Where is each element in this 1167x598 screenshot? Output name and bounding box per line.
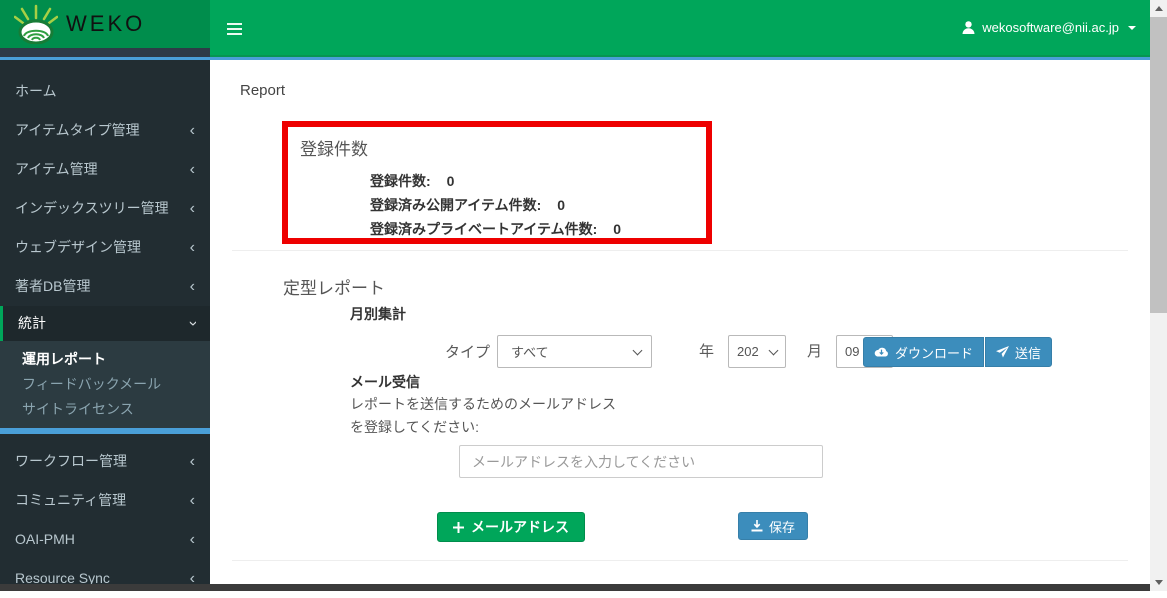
- chevron-left-icon: [190, 243, 195, 253]
- mail-description-line2: を登録してください:: [350, 417, 479, 437]
- monthly-summary-heading: 月別集計: [350, 304, 406, 324]
- mail-receive-heading: メール受信: [350, 372, 420, 392]
- add-email-button[interactable]: メールアドレス: [437, 512, 585, 542]
- person-icon: [962, 21, 975, 34]
- submenu-item-site-license[interactable]: サイトライセンス: [0, 397, 210, 422]
- submenu-item-operation-report[interactable]: 運用レポート: [0, 347, 210, 372]
- brand-title: WEKO: [66, 11, 145, 37]
- year-label: 年: [699, 340, 714, 361]
- sidebar: ホーム アイテムタイプ管理 アイテム管理 インデックスツリー管理 ウェブデザイン…: [0, 60, 210, 591]
- top-navbar: wekosoftware@nii.ac.jp: [210, 0, 1150, 57]
- sidebar-item-label: ワークフロー管理: [15, 453, 127, 470]
- cloud-download-icon: [874, 346, 889, 358]
- chevron-left-icon: [190, 574, 195, 584]
- sidebar-item-label: ホーム: [15, 83, 57, 100]
- mail-description-line1: レポートを送信するためのメールアドレス: [350, 394, 616, 414]
- download-button-label: ダウンロード: [895, 343, 973, 362]
- add-email-button-label: メールアドレス: [471, 517, 569, 537]
- sidebar-item-item-type-mgmt[interactable]: アイテムタイプ管理: [0, 111, 210, 150]
- submenu-item-feedback-mail[interactable]: フィードバックメール: [0, 372, 210, 397]
- email-address-input[interactable]: [459, 445, 823, 478]
- registration-public-value: 0: [557, 197, 565, 213]
- chevron-down-icon: [184, 321, 201, 326]
- chevron-down-icon: [769, 345, 779, 355]
- paper-plane-icon: [996, 346, 1009, 358]
- registration-private-label: 登録済みプライベートアイテム件数:: [370, 221, 597, 237]
- registration-total-value: 0: [447, 173, 455, 189]
- fixed-report-title: 定型レポート: [283, 274, 385, 299]
- sidebar-item-statistics[interactable]: 統計: [0, 306, 210, 341]
- statistics-submenu: 運用レポート フィードバックメール サイトライセンス: [0, 341, 210, 428]
- sidebar-item-label: アイテム管理: [15, 161, 98, 178]
- sidebar-item-label: コミュニティ管理: [15, 492, 126, 509]
- sidebar-item-resource-sync[interactable]: Resource Sync: [0, 559, 210, 598]
- year-select-value: 202: [737, 344, 759, 359]
- save-button[interactable]: 保存: [738, 512, 808, 540]
- sidebar-item-item-mgmt[interactable]: アイテム管理: [0, 150, 210, 189]
- send-button-label: 送信: [1015, 343, 1041, 362]
- sidebar-item-community-mgmt[interactable]: コミュニティ管理: [0, 481, 210, 520]
- sidebar-item-label: ウェブデザイン管理: [15, 239, 141, 256]
- save-button-label: 保存: [769, 517, 795, 536]
- type-select[interactable]: すべて: [497, 335, 652, 368]
- sidebar-item-web-design-mgmt[interactable]: ウェブデザイン管理: [0, 228, 210, 267]
- registration-private-value: 0: [613, 221, 621, 237]
- chevron-left-icon: [190, 165, 195, 175]
- scrollbar-up-arrow[interactable]: [1150, 0, 1167, 17]
- vertical-scrollbar[interactable]: [1150, 0, 1167, 591]
- scrollbar-down-arrow[interactable]: [1150, 574, 1167, 591]
- submenu-item-label: サイトライセンス: [22, 401, 134, 417]
- send-button[interactable]: 送信: [985, 337, 1052, 367]
- registration-total-label: 登録件数:: [370, 173, 431, 189]
- chevron-left-icon: [190, 457, 195, 467]
- registration-private-row: 登録済みプライベートアイテム件数: 0: [370, 217, 694, 241]
- sidebar-item-label: OAI-PMH: [15, 531, 75, 548]
- chevron-left-icon: [190, 282, 195, 292]
- chevron-left-icon: [190, 535, 195, 545]
- caret-down-icon: [1128, 26, 1136, 30]
- submenu-item-label: 運用レポート: [22, 351, 106, 367]
- download-button[interactable]: ダウンロード: [863, 337, 984, 367]
- scrollbar-thumb[interactable]: [1150, 17, 1167, 313]
- sidebar-item-home[interactable]: ホーム: [0, 72, 210, 111]
- user-email: wekosoftware@nii.ac.jp: [982, 20, 1119, 35]
- sidebar-item-label: アイテムタイプ管理: [15, 122, 140, 139]
- plus-icon: [453, 522, 464, 533]
- section-divider: [232, 250, 1128, 251]
- registration-count-title: 登録件数: [300, 135, 694, 160]
- sidebar-item-label: 統計: [18, 315, 46, 332]
- download-tray-icon: [751, 520, 763, 532]
- month-select-value: 09: [845, 344, 859, 359]
- page-title: Report: [240, 82, 285, 99]
- sidebar-top-strip: [0, 48, 210, 57]
- sidebar-item-label: インデックスツリー管理: [15, 200, 169, 217]
- year-select[interactable]: 202: [728, 335, 786, 368]
- logo-header: WEKO: [0, 0, 210, 48]
- chevron-left-icon: [190, 496, 195, 506]
- type-select-value: すべて: [511, 342, 549, 361]
- main-content: Report 登録件数 登録件数: 0 登録済み公開アイテム件数: 0 登録済みプラ…: [210, 60, 1150, 584]
- weko-logo-icon: [14, 4, 58, 44]
- submenu-item-label: フィードバックメール: [22, 376, 161, 392]
- registration-public-label: 登録済み公開アイテム件数:: [370, 197, 541, 213]
- user-menu[interactable]: wekosoftware@nii.ac.jp: [962, 0, 1136, 55]
- chevron-down-icon: [633, 345, 643, 355]
- month-label: 月: [807, 340, 822, 361]
- sidebar-item-index-tree-mgmt[interactable]: インデックスツリー管理: [0, 189, 210, 228]
- report-action-buttons: ダウンロード 送信: [863, 337, 1052, 367]
- sidebar-item-label: 著者DB管理: [15, 278, 90, 295]
- chevron-left-icon: [190, 126, 195, 136]
- sidebar-item-author-db-mgmt[interactable]: 著者DB管理: [0, 267, 210, 306]
- window-bottom-edge: [0, 584, 1150, 591]
- section-divider: [232, 560, 1128, 561]
- sidebar-item-oai-pmh[interactable]: OAI-PMH: [0, 520, 210, 559]
- registration-public-row: 登録済み公開アイテム件数: 0: [370, 193, 694, 217]
- registration-total-row: 登録件数: 0: [370, 169, 694, 193]
- sidebar-item-workflow-mgmt[interactable]: ワークフロー管理: [0, 442, 210, 481]
- type-label: タイプ: [445, 341, 490, 362]
- registration-count-panel: 登録件数 登録件数: 0 登録済み公開アイテム件数: 0 登録済みプライベートアイテ…: [282, 121, 712, 244]
- chevron-left-icon: [190, 204, 195, 214]
- hamburger-icon[interactable]: [222, 18, 246, 40]
